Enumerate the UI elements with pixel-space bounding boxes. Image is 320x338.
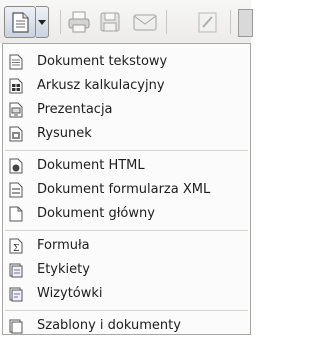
business-cards-icon (9, 287, 23, 302)
menu-item-master-document[interactable]: Dokument główny (3, 202, 250, 226)
toolbar-separator (166, 10, 167, 34)
document-icon (12, 12, 29, 33)
text-document-icon (9, 54, 23, 70)
toolbar-overflow-button[interactable] (238, 9, 253, 37)
menu-item-drawing[interactable]: Rysunek (3, 122, 250, 146)
labels-icon (9, 263, 23, 278)
new-document-menu: Dokument tekstowy Arkusz kalkulacyjny Pr… (2, 43, 251, 335)
menu-item-html-document[interactable]: Dokument HTML (3, 154, 250, 178)
drawing-icon (9, 126, 23, 142)
menu-item-label: Arkusz kalkulacyjny (37, 78, 165, 93)
menu-item-label: Formuła (37, 238, 90, 253)
menu-separator (5, 230, 248, 231)
chevron-down-icon (38, 20, 46, 25)
new-document-button[interactable] (4, 6, 36, 38)
new-dropdown-arrow[interactable] (36, 6, 49, 38)
printer-icon[interactable] (67, 10, 91, 34)
floppy-icon[interactable] (98, 10, 122, 34)
menu-item-label: Dokument formularza XML (37, 182, 211, 197)
menu-item-label: Prezentacja (37, 102, 113, 117)
master-document-icon (9, 206, 23, 222)
menu-item-label: Szablony i dokumenty (37, 318, 181, 333)
menu-separator (5, 150, 248, 151)
menu-item-label: Rysunek (37, 126, 92, 141)
menu-item-xml-form-document[interactable]: Dokument formularza XML (3, 178, 250, 202)
spreadsheet-icon (9, 78, 23, 94)
menu-item-label: Wizytówki (37, 286, 103, 301)
menu-item-spreadsheet[interactable]: Arkusz kalkulacyjny (3, 74, 250, 98)
xml-form-icon (9, 182, 23, 198)
menu-item-label: Etykiety (37, 262, 90, 277)
toolbar-separator (60, 10, 61, 34)
html-document-icon (9, 158, 23, 174)
standard-toolbar (0, 0, 253, 43)
svg-text:Σ: Σ (13, 244, 19, 254)
formula-icon: Σ (9, 238, 23, 254)
menu-item-label: Dokument HTML (37, 158, 145, 173)
presentation-icon (9, 102, 23, 118)
pencil-icon[interactable] (197, 10, 219, 34)
templates-icon (9, 319, 23, 334)
menu-item-templates[interactable]: Szablony i dokumenty (3, 314, 250, 338)
menu-item-labels[interactable]: Etykiety (3, 258, 250, 282)
envelope-icon[interactable] (132, 10, 158, 34)
menu-item-presentation[interactable]: Prezentacja (3, 98, 250, 122)
menu-item-formula[interactable]: Σ Formuła (3, 234, 250, 258)
menu-item-text-document[interactable]: Dokument tekstowy (3, 50, 250, 74)
menu-item-business-cards[interactable]: Wizytówki (3, 282, 250, 306)
toolbar-separator (230, 10, 231, 34)
menu-separator (5, 310, 248, 311)
menu-item-label: Dokument główny (37, 206, 155, 221)
menu-item-label: Dokument tekstowy (37, 54, 168, 69)
